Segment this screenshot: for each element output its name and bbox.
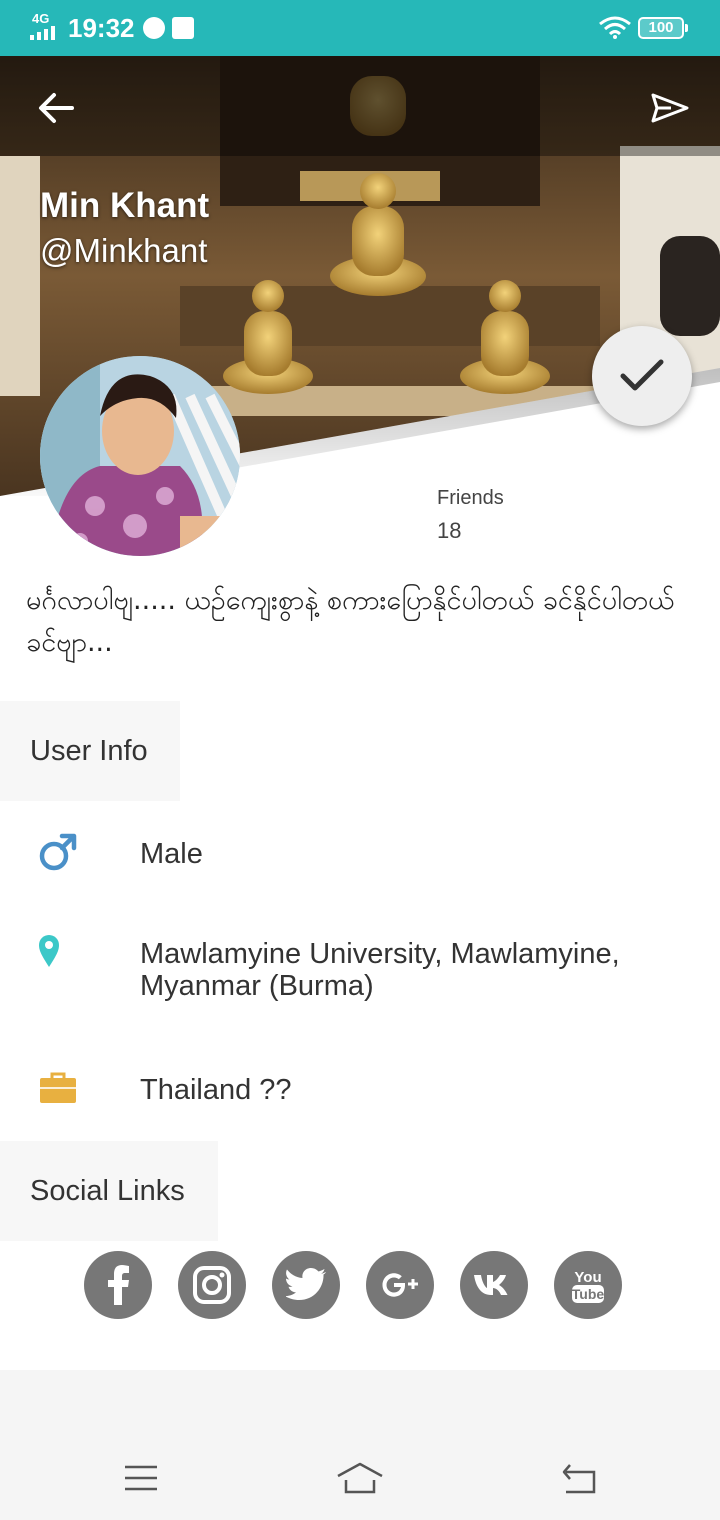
checkmark-icon xyxy=(620,359,664,391)
youtube-icon[interactable]: You Tube xyxy=(554,1251,622,1319)
social-links-heading: Social Links xyxy=(0,1141,218,1241)
menu-icon xyxy=(125,1465,157,1491)
education-text: Mawlamyine University, Mawlamyine, Myanm… xyxy=(140,938,620,1002)
home-icon xyxy=(337,1462,383,1494)
clock: 19:32 xyxy=(68,13,135,43)
profile-bio: မင်္ဂလာပါဗျ..... ယဉ်ကျေးစွာနဲ့ စကားပြောန… xyxy=(26,585,675,658)
work-text: Thailand ?? xyxy=(140,1074,292,1106)
male-icon xyxy=(39,833,77,871)
user-info-heading: User Info xyxy=(0,701,180,801)
system-navigation-bar xyxy=(0,1436,720,1520)
vk-icon[interactable] xyxy=(460,1251,528,1319)
social-links-row: You Tube xyxy=(84,1251,622,1319)
notification-icon xyxy=(143,17,165,39)
store-notification-icon xyxy=(172,17,194,39)
avatar[interactable] xyxy=(40,356,240,556)
gender-row: Male xyxy=(0,832,720,882)
return-icon xyxy=(562,1464,596,1494)
gender-text: Male xyxy=(140,838,203,870)
instagram-icon[interactable] xyxy=(178,1251,246,1319)
back-nav-button[interactable] xyxy=(555,1456,605,1500)
location-pin-icon xyxy=(39,935,59,967)
network-signal-icon: 4G xyxy=(30,12,64,42)
briefcase-icon xyxy=(40,1072,76,1103)
home-button[interactable] xyxy=(335,1456,385,1500)
battery-level: 100 xyxy=(648,19,674,36)
friend-status-button[interactable] xyxy=(592,326,692,426)
content-footer xyxy=(0,1370,720,1436)
education-row: Mawlamyine University, Mawlamyine, Myanm… xyxy=(0,934,720,1014)
twitter-icon[interactable] xyxy=(272,1251,340,1319)
facebook-icon[interactable] xyxy=(84,1251,152,1319)
wifi-icon xyxy=(599,16,631,39)
friends-count: 18 xyxy=(437,518,462,543)
network-type-label: 4G xyxy=(32,11,50,26)
menu-button[interactable] xyxy=(116,1456,166,1500)
battery-icon: 100 xyxy=(638,17,688,39)
friends-stat[interactable]: Friends 18 xyxy=(437,487,504,544)
status-bar: 4G 19:32 100 xyxy=(0,0,720,56)
svg-text:Tube: Tube xyxy=(572,1286,605,1302)
google-plus-icon[interactable] xyxy=(366,1251,434,1319)
work-row: Thailand ?? xyxy=(0,1072,720,1112)
friends-label: Friends xyxy=(437,487,504,509)
svg-text:You: You xyxy=(574,1269,601,1286)
